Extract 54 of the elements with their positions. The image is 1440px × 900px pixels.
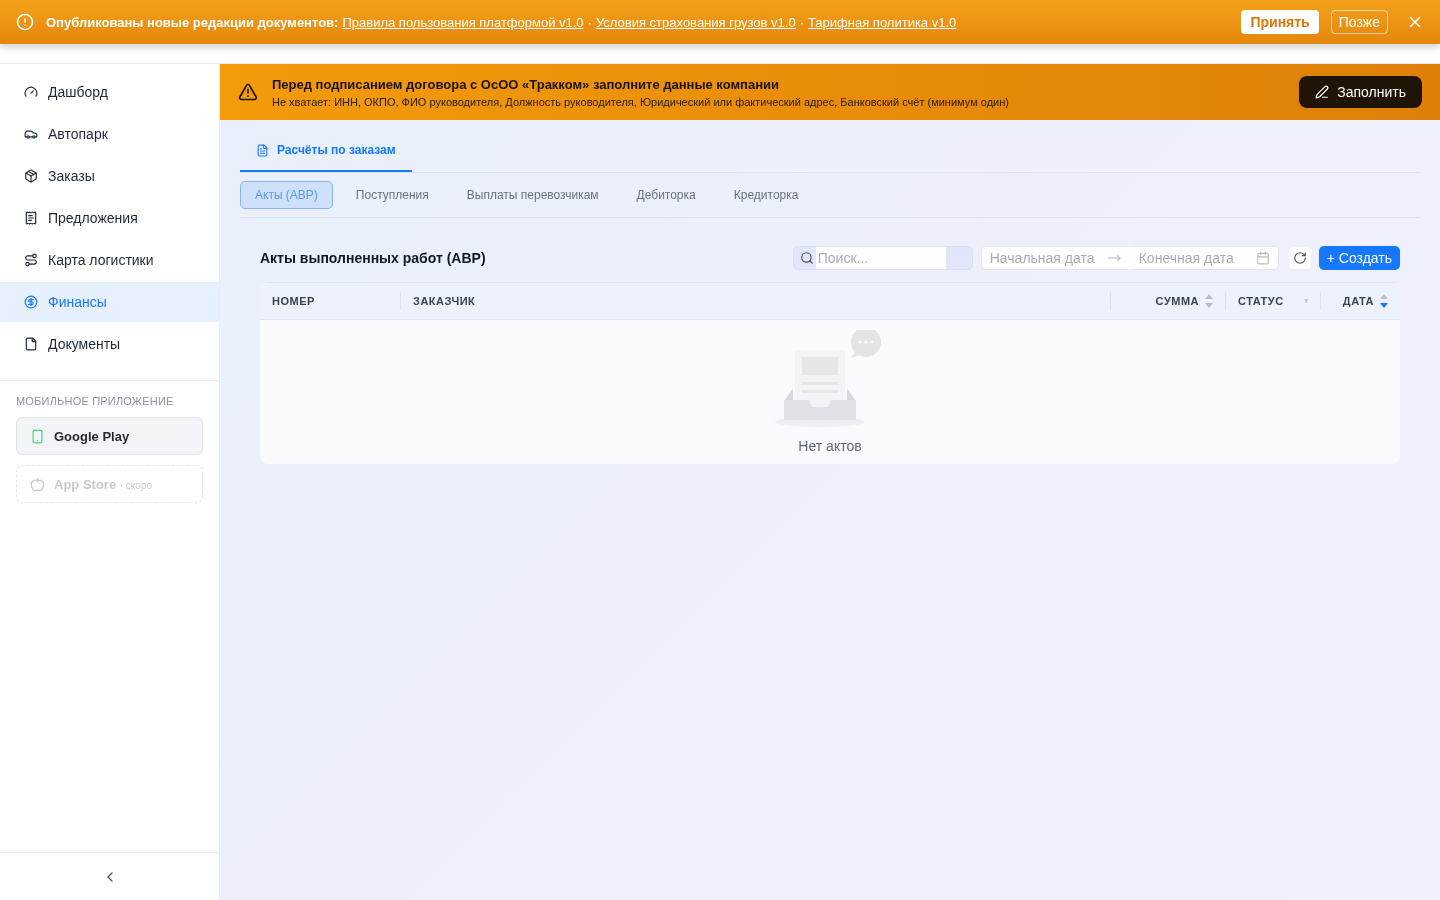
column-header: СТАТУС	[1238, 295, 1284, 307]
file-icon	[24, 337, 38, 351]
nav-item[interactable]: Карта логистики	[0, 240, 219, 280]
document-link[interactable]: Условия страхования грузов v1.0	[595, 14, 796, 30]
start-date-field[interactable]: Начальная дата	[980, 246, 1130, 270]
refresh-icon	[1292, 251, 1307, 265]
apple-icon	[30, 476, 45, 492]
nav-item[interactable]: Автопарк	[0, 114, 219, 154]
sub-tab[interactable]: Кредиторка	[718, 181, 814, 209]
document-icon	[256, 143, 269, 157]
pen-icon	[1315, 85, 1330, 99]
receipt-icon	[24, 211, 38, 225]
refresh-button[interactable]	[1288, 247, 1311, 269]
column-header: ДАТА	[1342, 295, 1374, 307]
route-icon	[24, 253, 38, 267]
column-header: СУММА	[1155, 295, 1199, 307]
nav-item[interactable]: Финансы	[0, 282, 219, 322]
car-icon	[24, 127, 38, 141]
end-date-field[interactable]: Конечная дата	[1129, 246, 1279, 270]
nav-item[interactable]: Дашборд	[0, 72, 219, 112]
nav-item[interactable]: Заказы	[0, 156, 219, 196]
sub-tab[interactable]: Дебиторка	[621, 181, 711, 209]
separator-text: ·	[587, 14, 592, 30]
column-header: НОМЕР	[272, 295, 315, 307]
sub-tab[interactable]: Выплаты перевозчикам	[451, 181, 614, 209]
fill-button[interactable]: Заполнить	[1299, 76, 1422, 108]
empty-text: Нет актов	[798, 438, 862, 454]
sub-tab[interactable]: Поступления	[340, 181, 444, 209]
column-header: ЗАКАЗЧИК	[413, 295, 476, 307]
gauge-icon	[24, 85, 38, 99]
separator-text: ·	[799, 14, 804, 30]
notice-text: Опубликованы новые редакции документов:	[46, 14, 339, 30]
nav-item[interactable]: Документы	[0, 324, 219, 364]
sort-icon[interactable]	[1380, 294, 1388, 308]
later-button[interactable]: Позже	[1330, 10, 1388, 34]
create-button[interactable]: + Создать	[1318, 246, 1400, 270]
search-field[interactable]: Поиск...	[792, 246, 973, 270]
document-link[interactable]: Правила пользования платформой v1.0	[342, 14, 584, 30]
calendar-icon	[1255, 251, 1270, 265]
dollar-icon	[24, 295, 38, 309]
section-title: МОБИЛЬНОЕ ПРИЛОЖЕНИЕ	[16, 395, 175, 407]
search-icon	[799, 251, 814, 265]
nav-item[interactable]: Предложения	[0, 198, 219, 238]
alert-icon	[16, 13, 34, 31]
panel-title: Акты выполненных работ (АВР)	[260, 250, 487, 266]
alert-title: Перед подписанием договора с ОсОО «Тракком» заполните данные компании	[272, 76, 780, 92]
store-button[interactable]: Google Play	[16, 417, 203, 455]
alert-text: Не хватает: ИНН, ОКПО, ФИО руководителя, Должность руководителя, Юридический или фактический адрес, Банковский счёт (минимум один)	[272, 95, 1010, 108]
page-tab[interactable]: Расчёты по заказам	[240, 130, 412, 172]
box-icon	[24, 169, 38, 183]
accept-button[interactable]: Принять	[1241, 10, 1319, 34]
document-link[interactable]: Тарифная политика v1.0	[808, 14, 957, 30]
phone-icon	[30, 428, 45, 444]
warning-icon	[238, 82, 258, 102]
